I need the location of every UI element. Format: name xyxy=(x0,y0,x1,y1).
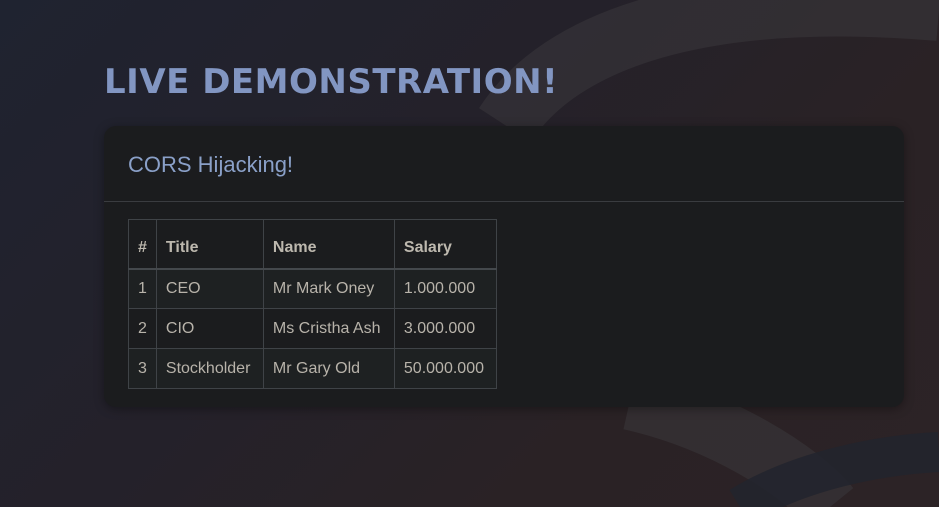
column-header-name: Name xyxy=(262,219,395,270)
cell-number: 2 xyxy=(128,308,157,349)
table-row: 1 CEO Mr Mark Oney 1.000.000 xyxy=(128,268,497,309)
panel-title: CORS Hijacking! xyxy=(128,152,294,177)
column-header-salary: Salary xyxy=(393,219,497,270)
salary-table: # Title Name Salary 1 CEO Mr Mark Oney 1… xyxy=(128,219,497,389)
cell-title: CIO xyxy=(155,308,264,349)
cell-salary: 50.000.000 xyxy=(393,348,497,389)
cell-name: Mr Gary Old xyxy=(262,348,395,389)
panel-body: # Title Name Salary 1 CEO Mr Mark Oney 1… xyxy=(104,202,904,389)
cell-title: Stockholder xyxy=(155,348,264,389)
column-header-title: Title xyxy=(155,219,264,270)
table-row: 3 Stockholder Mr Gary Old 50.000.000 xyxy=(128,348,497,389)
cell-title: CEO xyxy=(155,268,264,309)
column-header-number: # xyxy=(128,219,157,270)
cell-name: Ms Cristha Ash xyxy=(262,308,395,349)
cell-salary: 3.000.000 xyxy=(393,308,497,349)
cell-number: 3 xyxy=(128,348,157,389)
table-row: 2 CIO Ms Cristha Ash 3.000.000 xyxy=(128,308,497,349)
cell-number: 1 xyxy=(128,268,157,309)
cell-salary: 1.000.000 xyxy=(393,268,497,309)
page-title: LIVE DEMONSTRATION! xyxy=(104,62,559,102)
table-header-row: # Title Name Salary xyxy=(128,219,497,270)
cell-name: Mr Mark Oney xyxy=(262,268,395,309)
demo-panel: CORS Hijacking! # Title Name Salary 1 CE… xyxy=(104,126,904,407)
panel-header: CORS Hijacking! xyxy=(104,126,904,202)
